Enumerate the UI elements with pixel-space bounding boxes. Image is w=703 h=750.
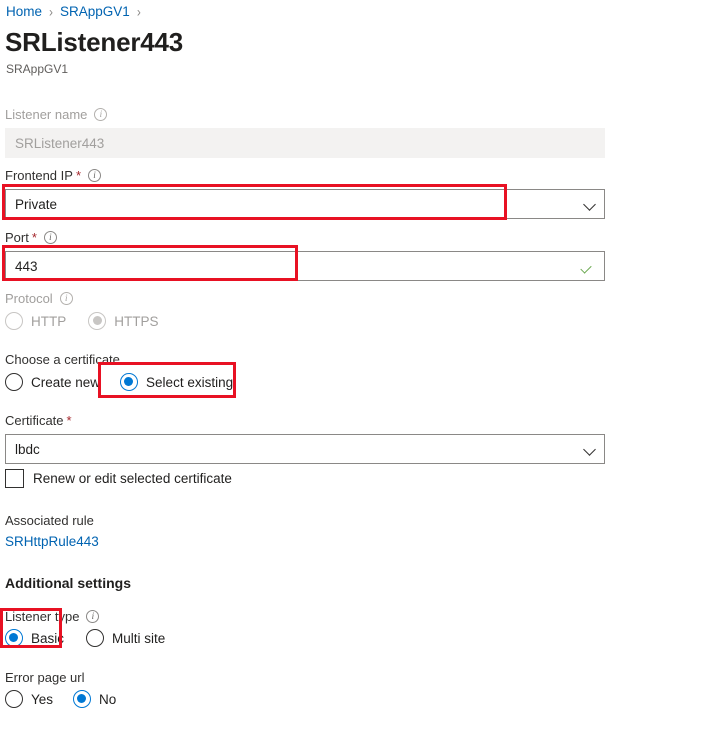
info-icon[interactable]: i (94, 108, 108, 121)
breadcrumb: Home › SRAppGV1 › (6, 3, 148, 21)
breadcrumb-item-home[interactable]: Home (6, 3, 42, 21)
radio-icon (86, 629, 105, 647)
protocol-option-http-label: HTTP (31, 313, 67, 329)
error-page-url-option-no-label: No (99, 691, 117, 707)
certificate-option-select-existing[interactable]: Select existing (120, 373, 233, 391)
listener-type-option-basic-label: Basic (31, 630, 65, 646)
error-page-url-option-no[interactable]: No (73, 690, 116, 708)
listener-name-label: Listener name i (5, 106, 605, 123)
error-page-url-radio-group: Yes No (5, 690, 116, 708)
required-asterisk: * (66, 413, 72, 428)
renew-certificate-checkbox[interactable]: Renew or edit selected certificate (5, 469, 232, 488)
frontend-ip-value: Private (15, 196, 58, 212)
radio-icon (5, 629, 23, 647)
field-port: Port * i 443 (5, 229, 605, 281)
listener-name-input: SRListener443 (5, 128, 605, 158)
certificate-option-select-existing-label: Select existing (146, 374, 234, 390)
field-renew-certificate: Renew or edit selected certificate (5, 469, 232, 488)
error-page-url-option-yes-label: Yes (31, 691, 54, 707)
field-certificate: Certificate * lbdc (5, 412, 605, 464)
page-subtitle: SRAppGV1 (6, 62, 69, 76)
field-error-page-url: Error page url Yes No (5, 669, 116, 708)
required-asterisk: * (75, 168, 81, 183)
additional-settings-heading: Additional settings (5, 575, 131, 591)
protocol-option-https-label: HTTPS (114, 313, 159, 329)
certificate-value: lbdc (15, 441, 40, 457)
chevron-down-icon (584, 443, 596, 455)
radio-icon (88, 312, 107, 330)
associated-rule-link[interactable]: SRHttpRule443 (5, 533, 99, 551)
breadcrumb-separator-icon: › (136, 3, 141, 21)
protocol-option-https: HTTPS (88, 312, 159, 330)
listener-type-option-multi-site[interactable]: Multi site (86, 629, 165, 647)
field-protocol: Protocol i HTTP HTTPS (5, 290, 159, 330)
listener-name-value: SRListener443 (15, 135, 105, 151)
info-icon[interactable]: i (88, 169, 101, 182)
field-frontend-ip: Frontend IP * i Private (5, 167, 605, 219)
radio-icon (5, 312, 23, 330)
valid-check-icon (582, 259, 596, 273)
choose-certificate-label: Choose a certificate (5, 352, 120, 367)
listener-type-label: Listener type i (5, 608, 165, 625)
listener-type-option-multi-site-label: Multi site (112, 630, 166, 646)
certificate-option-create-new[interactable]: Create new (5, 373, 100, 391)
renew-certificate-label: Renew or edit selected certificate (33, 471, 232, 486)
radio-icon (5, 690, 23, 708)
certificate-label: Certificate * (5, 413, 72, 428)
frontend-ip-dropdown[interactable]: Private (5, 189, 605, 219)
error-page-url-label: Error page url (5, 670, 85, 685)
certificate-dropdown[interactable]: lbdc (5, 434, 605, 464)
radio-icon (5, 373, 23, 391)
radio-icon (73, 690, 92, 708)
listener-type-radio-group: Basic Multi site (5, 629, 165, 647)
page-title: SRListener443 (5, 27, 184, 57)
field-listener-name: Listener name i SRListener443 (5, 106, 605, 158)
chevron-down-icon (584, 198, 596, 210)
port-input[interactable]: 443 (5, 251, 605, 281)
info-icon[interactable]: i (59, 292, 73, 305)
field-associated-rule: Associated rule SRHttpRule443 (5, 512, 99, 551)
error-page-url-option-yes[interactable]: Yes (5, 690, 53, 708)
protocol-radio-group: HTTP HTTPS (5, 312, 159, 330)
protocol-label: Protocol i (5, 290, 159, 307)
field-choose-certificate: Choose a certificate Create new Select e… (5, 351, 233, 391)
listener-settings-page: Home › SRAppGV1 › SRListener443 SRAppGV1… (0, 0, 703, 750)
required-asterisk: * (31, 230, 37, 245)
associated-rule-label: Associated rule (5, 513, 94, 528)
radio-icon (120, 373, 139, 391)
protocol-option-http: HTTP (5, 312, 66, 330)
certificate-option-create-new-label: Create new (31, 374, 101, 390)
info-icon[interactable]: i (86, 610, 100, 623)
port-value: 443 (15, 258, 38, 274)
breadcrumb-separator-icon: › (49, 3, 54, 21)
choose-certificate-radio-group: Create new Select existing (5, 373, 233, 391)
listener-type-option-basic[interactable]: Basic (5, 629, 64, 647)
port-label: Port * i (5, 229, 605, 246)
field-listener-type: Listener type i Basic Multi site (5, 608, 165, 647)
checkbox-icon (5, 469, 24, 488)
frontend-ip-label: Frontend IP * i (5, 167, 605, 184)
breadcrumb-item-srappgv1[interactable]: SRAppGV1 (60, 3, 130, 21)
info-icon[interactable]: i (43, 231, 57, 244)
